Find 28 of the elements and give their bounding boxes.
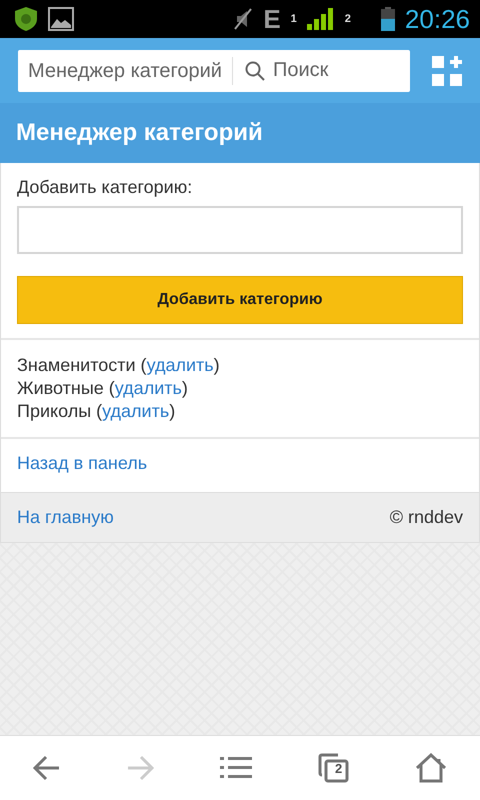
sim-label: 2 [344, 13, 351, 25]
search-icon [244, 60, 265, 80]
back-to-panel-link[interactable]: Назад в панель [17, 453, 148, 473]
category-item: Знаменитости (удалить) [17, 354, 221, 377]
field-label: Добавить категорию: [17, 177, 194, 198]
tabs-button[interactable]: 2 [314, 749, 354, 787]
network-type: E [263, 6, 281, 32]
shield-icon [14, 6, 38, 32]
search-placeholder[interactable]: Поиск [272, 59, 328, 82]
header-title: Менеджер категорий [16, 119, 263, 147]
add-app-icon[interactable] [432, 56, 462, 86]
image-icon [48, 7, 74, 31]
mute-icon [233, 7, 254, 31]
copyright: © rnddev [390, 507, 463, 528]
sim-label: 1 [290, 13, 297, 25]
home-link[interactable]: На главную [17, 507, 114, 528]
category-input[interactable] [17, 206, 463, 254]
category-item: Приколы (удалить) [17, 400, 176, 423]
add-category-button[interactable]: Добавить категорию [17, 276, 463, 324]
delete-link[interactable]: удалить [114, 378, 182, 398]
address-bar[interactable]: Менеджер категорий Поиск [18, 50, 410, 92]
delete-link[interactable]: удалить [102, 401, 170, 421]
signal-icon [306, 8, 335, 30]
battery-icon [380, 7, 395, 31]
page-title: Менеджер категорий [18, 56, 233, 84]
delete-link[interactable]: удалить [146, 355, 214, 375]
category-item: Животные (удалить) [17, 377, 189, 400]
clock: 20:26 [404, 4, 470, 34]
